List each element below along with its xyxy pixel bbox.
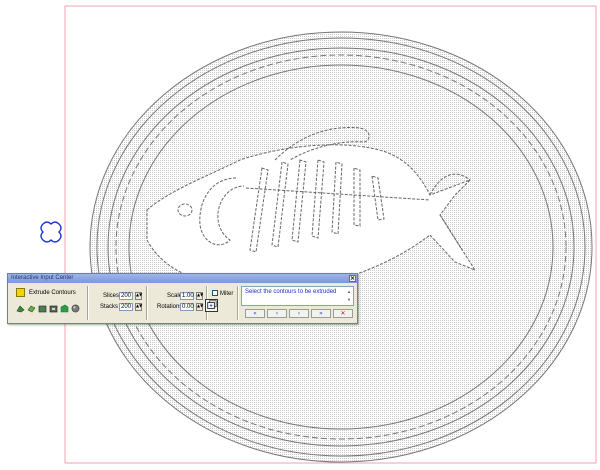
- slices-input[interactable]: 200: [119, 292, 133, 300]
- extrude-preview-icon[interactable]: [205, 299, 218, 312]
- extrude-surface-icon[interactable]: [27, 304, 36, 313]
- slices-label: Slices: [103, 293, 120, 299]
- extrude-sphere-icon[interactable]: [71, 304, 80, 313]
- miter-label: Miter: [220, 291, 234, 297]
- prompt-area: Select the contours to be extruded ▲ ▼: [241, 286, 354, 306]
- stacks-input[interactable]: 200: [119, 303, 133, 311]
- scroll-down-icon[interactable]: ▼: [346, 296, 352, 304]
- panel-title: Interactive Input Center: [11, 275, 74, 281]
- close-button[interactable]: ×: [349, 275, 356, 282]
- nav-next-button[interactable]: ›: [289, 309, 309, 318]
- drawing-canvas[interactable]: [0, 0, 600, 470]
- nav-first-button[interactable]: «: [245, 309, 265, 318]
- separator: [237, 286, 239, 320]
- cancel-button[interactable]: ✕: [333, 309, 353, 318]
- rotations-spinner[interactable]: ▲▼: [196, 303, 203, 311]
- stacks-spinner[interactable]: ▲▼: [135, 303, 142, 311]
- rotations-label: Rotations: [157, 304, 183, 310]
- slices-spinner[interactable]: ▲▼: [135, 292, 142, 300]
- scale-spinner[interactable]: ▲▼: [196, 292, 203, 300]
- miter-checkbox[interactable]: [212, 290, 218, 296]
- stacks-label: Stacks: [100, 304, 119, 310]
- separator: [87, 286, 89, 320]
- extrude-mode-label: Extrude Contours: [29, 290, 76, 296]
- scale-input[interactable]: 1.00: [180, 292, 194, 300]
- extrude-mode-swatch[interactable]: [16, 288, 25, 297]
- prompt-scrollbar[interactable]: ▲ ▼: [346, 288, 352, 304]
- extrude-box-icon[interactable]: [49, 304, 58, 313]
- extrude-solid-icon[interactable]: [16, 304, 25, 313]
- prompt-text: Select the contours to be extruded: [245, 289, 337, 295]
- separator: [146, 286, 148, 320]
- input-center-panel: Interactive Input Center × Extrude Conto…: [7, 273, 358, 324]
- scroll-up-icon[interactable]: ▲: [346, 288, 352, 296]
- rotations-input[interactable]: 0.00: [180, 303, 194, 311]
- panel-title-bar[interactable]: Interactive Input Center ×: [8, 274, 357, 283]
- extrude-green-icon[interactable]: [60, 304, 69, 313]
- extrude-block-icon[interactable]: [38, 304, 47, 313]
- nav-prev-button[interactable]: ‹: [267, 309, 287, 318]
- nav-last-button[interactable]: »: [311, 309, 331, 318]
